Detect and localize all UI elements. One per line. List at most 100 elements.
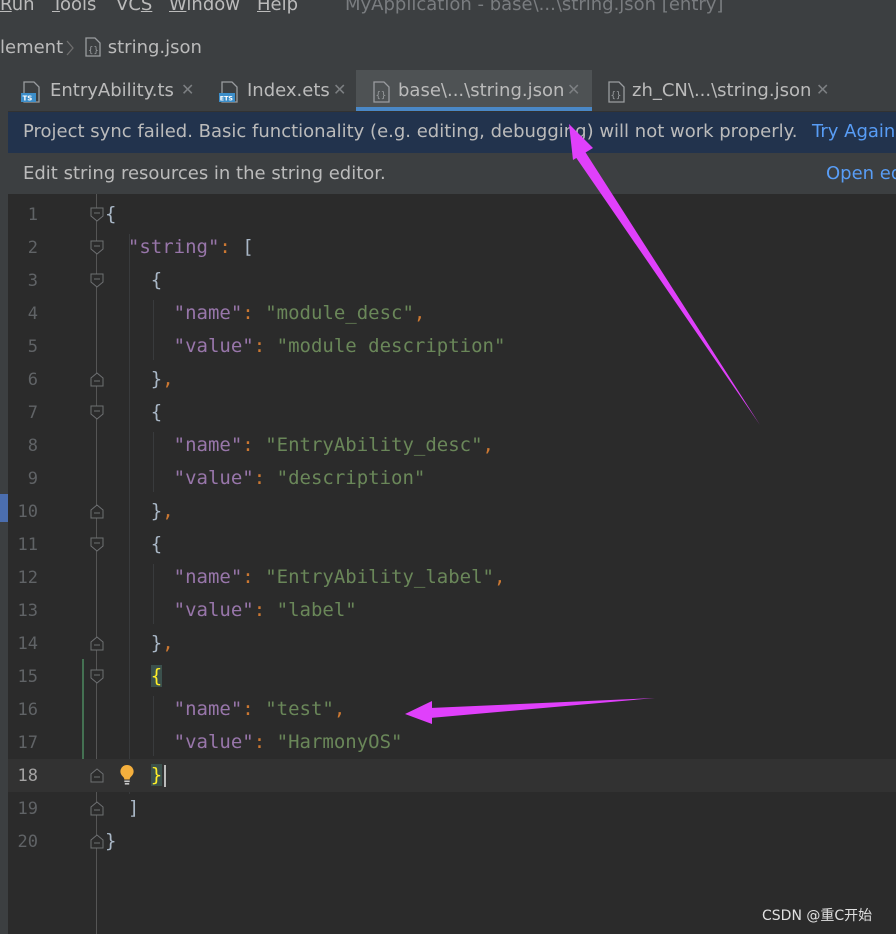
line-number: 5 xyxy=(27,337,38,357)
tab-label: Index.ets xyxy=(247,80,330,101)
fold-close-icon[interactable] xyxy=(90,834,104,849)
code-text: } xyxy=(105,764,163,786)
code-line: 17 "value": "HarmonyOS" xyxy=(8,726,896,759)
code-line: 16 "name": "test", xyxy=(8,693,896,726)
fold-open-icon[interactable] xyxy=(90,207,104,222)
code-line: 6 }, xyxy=(8,363,896,396)
code-text: "name": "module_desc", xyxy=(173,302,426,324)
svg-text:ETS: ETS xyxy=(220,96,234,103)
code-line: 4 "name": "module_desc", xyxy=(8,297,896,330)
code-text: { xyxy=(105,533,163,555)
menu-window[interactable]: Window xyxy=(169,0,240,15)
line-number: 14 xyxy=(17,634,38,654)
line-number: 9 xyxy=(27,469,38,489)
code-line: 14 }, xyxy=(8,627,896,660)
close-icon[interactable]: ✕ xyxy=(567,80,580,99)
try-again-link[interactable]: Try Again xyxy=(812,121,895,142)
code-editor[interactable]: 1 { 2 "string": [ 3 { 4 "name": "module_… xyxy=(8,194,896,934)
menu-run[interactable]: Run xyxy=(0,0,35,15)
line-number: 13 xyxy=(17,601,38,621)
svg-text:{}: {} xyxy=(611,91,622,101)
code-line: 8 "name": "EntryAbility_desc", xyxy=(8,429,896,462)
tab-entryability-ts[interactable]: TS EntryAbility.ts ✕ xyxy=(8,70,206,111)
sync-failed-message: Project sync failed. Basic functionality… xyxy=(23,121,798,142)
code-text: "value": "module description" xyxy=(173,335,506,357)
code-line: 12 "name": "EntryAbility_label", xyxy=(8,561,896,594)
fold-close-icon[interactable] xyxy=(90,801,104,816)
close-icon[interactable]: ✕ xyxy=(333,80,346,99)
line-number: 2 xyxy=(27,238,38,258)
code-text: { xyxy=(105,665,163,687)
open-editor-link[interactable]: Open editor xyxy=(826,163,896,184)
code-text: { xyxy=(105,203,117,225)
fold-open-icon[interactable] xyxy=(90,405,104,420)
fold-close-icon[interactable] xyxy=(90,768,104,783)
tab-base-string-json[interactable]: {} base\...\string.json ✕ xyxy=(356,70,592,111)
line-number: 11 xyxy=(17,535,38,555)
line-number: 16 xyxy=(17,700,38,720)
breadcrumb-item-label: string.json xyxy=(107,37,202,58)
line-number: 15 xyxy=(17,667,38,687)
code-line: 5 "value": "module description" xyxy=(8,330,896,363)
svg-text:{}: {} xyxy=(88,46,99,56)
close-icon[interactable]: ✕ xyxy=(181,80,194,99)
code-text: "value": "HarmonyOS" xyxy=(173,731,403,753)
code-line: 20 } xyxy=(8,825,896,858)
editor-tab-bar: TS EntryAbility.ts ✕ ETS Index.ets ✕ {} … xyxy=(8,70,896,112)
code-line: 13 "value": "label" xyxy=(8,594,896,627)
code-text: }, xyxy=(105,632,174,654)
menu-vcs[interactable]: VCS xyxy=(116,0,152,15)
left-tool-strip xyxy=(0,70,8,934)
breadcrumb-item-element[interactable]: lement xyxy=(0,37,63,58)
chevron-right-icon xyxy=(66,40,74,56)
line-number: 10 xyxy=(17,502,38,522)
tab-label: zh_CN\...\string.json xyxy=(632,80,812,101)
close-icon[interactable]: ✕ xyxy=(816,80,829,99)
fold-open-icon[interactable] xyxy=(90,669,104,684)
line-number: 1 xyxy=(27,205,38,225)
tab-label: EntryAbility.ts xyxy=(50,80,174,101)
code-text: "value": "description" xyxy=(173,467,426,489)
string-editor-message: Edit string resources in the string edit… xyxy=(23,163,386,184)
menu-tools[interactable]: Tools xyxy=(52,0,96,15)
line-number: 7 xyxy=(27,403,38,423)
breadcrumb-item-file[interactable]: {} string.json xyxy=(84,37,202,58)
tab-label: base\...\string.json xyxy=(398,80,565,101)
menu-bar: Run Tools VCS Window Help MyApplication … xyxy=(0,0,896,26)
watermark-text: CSDN @重C开始 xyxy=(762,908,873,924)
line-number: 17 xyxy=(17,733,38,753)
fold-open-icon[interactable] xyxy=(90,273,104,288)
ets-file-icon: ETS xyxy=(219,81,238,103)
code-text: } xyxy=(105,830,117,852)
code-text: { xyxy=(105,269,163,291)
code-text: "name": "test", xyxy=(173,698,346,720)
code-line: 3 { xyxy=(8,264,896,297)
code-line: 10 }, xyxy=(8,495,896,528)
line-number: 6 xyxy=(27,370,38,390)
line-number: 20 xyxy=(17,832,38,852)
svg-text:{}: {} xyxy=(376,91,387,101)
fold-close-icon[interactable] xyxy=(90,504,104,519)
code-text: ] xyxy=(105,797,140,819)
tab-index-ets[interactable]: ETS Index.ets ✕ xyxy=(206,70,356,111)
code-line: 9 "value": "description" xyxy=(8,462,896,495)
fold-open-icon[interactable] xyxy=(90,537,104,552)
code-line: 1 { xyxy=(8,198,896,231)
tool-window-selected[interactable] xyxy=(0,494,8,522)
window-title: MyApplication - base\...\string.json [en… xyxy=(345,0,724,15)
json-file-icon: {} xyxy=(373,81,390,103)
fold-close-icon[interactable] xyxy=(90,372,104,387)
ts-file-icon: TS xyxy=(21,81,40,103)
sync-failed-banner: Project sync failed. Basic functionality… xyxy=(8,112,896,153)
code-text: "string": [ xyxy=(127,236,254,258)
fold-open-icon[interactable] xyxy=(90,240,104,255)
tab-zhcn-string-json[interactable]: {} zh_CN\...\string.json ✕ xyxy=(592,70,842,111)
code-text: }, xyxy=(105,368,174,390)
line-number: 12 xyxy=(17,568,38,588)
code-text: "name": "EntryAbility_label", xyxy=(173,566,506,588)
code-line: 11 { xyxy=(8,528,896,561)
svg-text:TS: TS xyxy=(23,95,33,103)
active-tab-indicator xyxy=(356,107,592,111)
menu-help[interactable]: Help xyxy=(257,0,298,15)
fold-close-icon[interactable] xyxy=(90,636,104,651)
